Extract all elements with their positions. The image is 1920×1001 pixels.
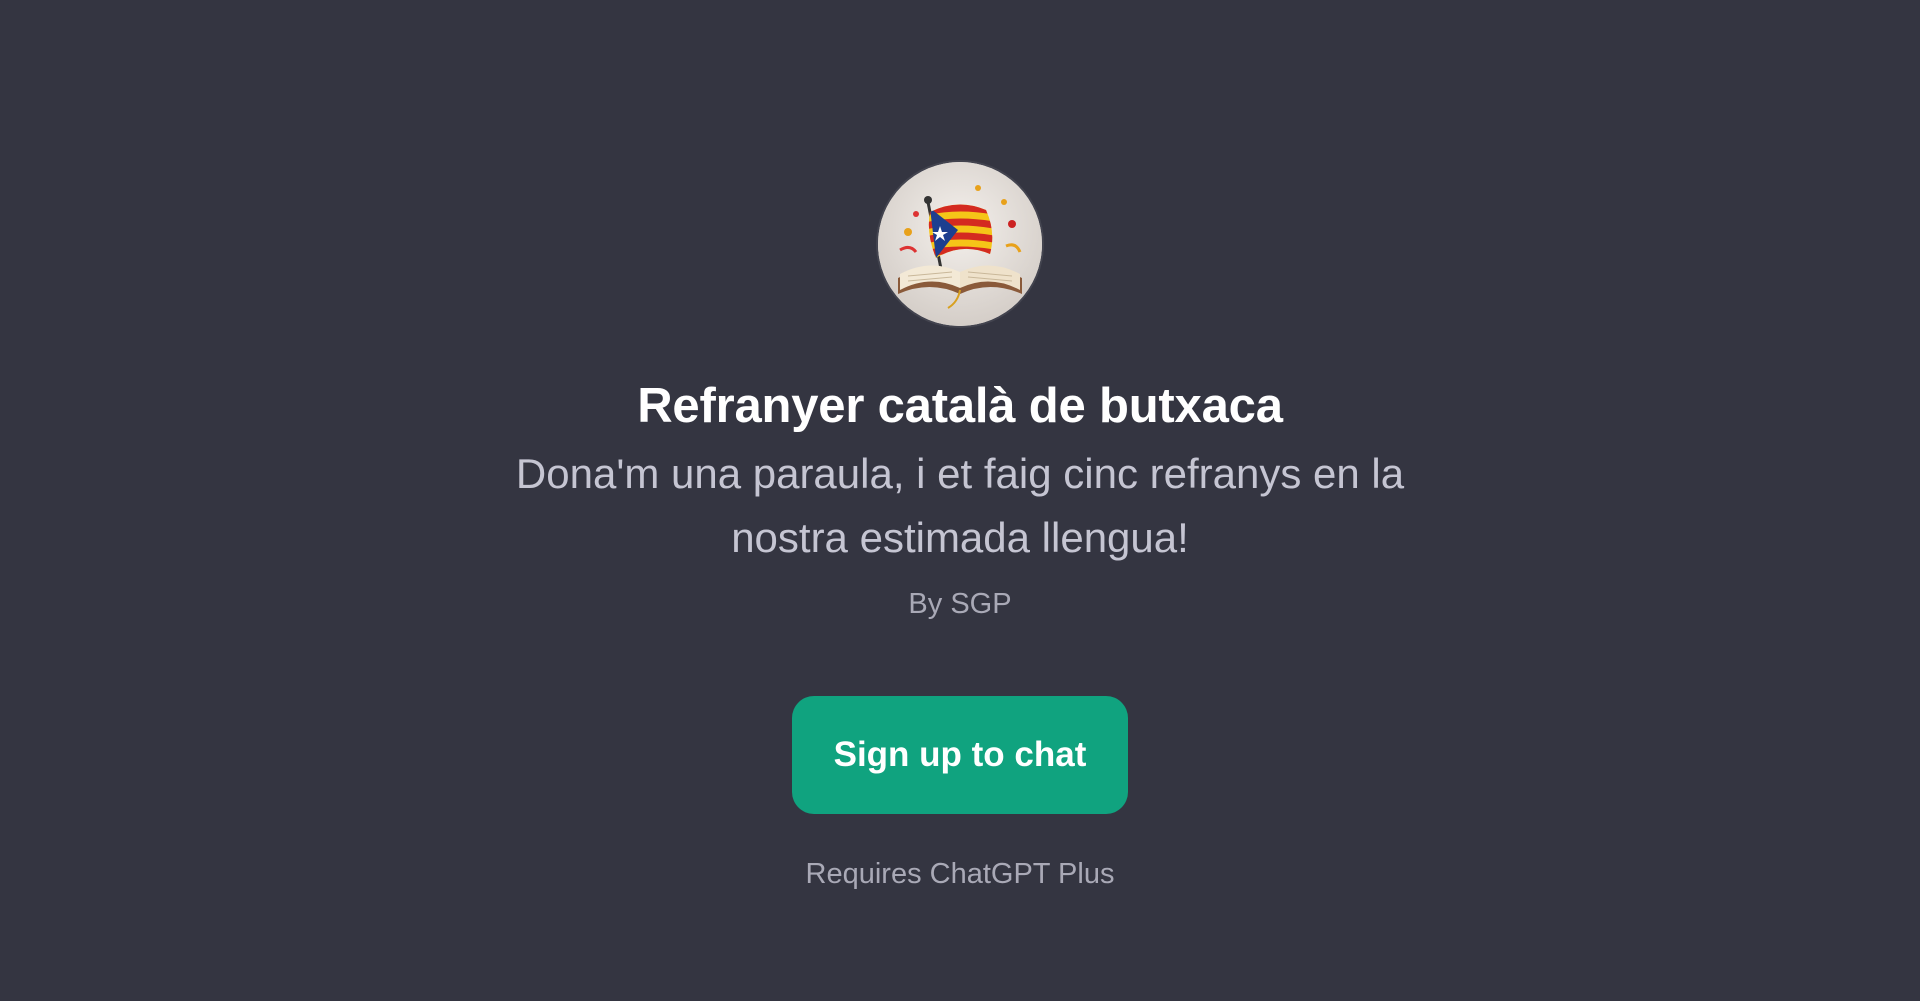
gpt-avatar: [878, 162, 1042, 326]
book-with-catalan-flag-icon: [878, 162, 1042, 326]
sign-up-to-chat-button[interactable]: Sign up to chat: [792, 696, 1128, 814]
gpt-landing-page: Refranyer català de butxaca Dona'm una p…: [0, 0, 1920, 1001]
gpt-description: Dona'm una paraula, i et faig cinc refra…: [515, 450, 1405, 561]
plus-requirement-note: Requires ChatGPT Plus: [805, 858, 1115, 890]
gpt-title: Refranyer català de butxaca: [637, 379, 1283, 433]
gpt-author: By SGP: [908, 588, 1012, 620]
